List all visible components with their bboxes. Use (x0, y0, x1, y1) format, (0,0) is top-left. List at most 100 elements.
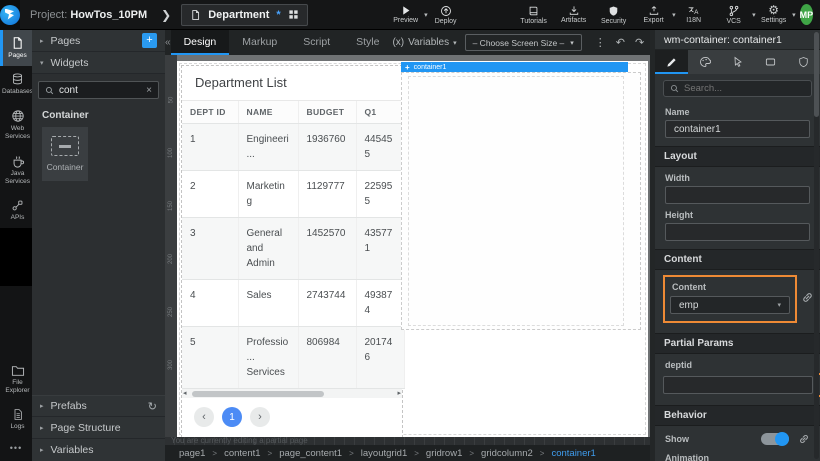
settings-button[interactable]: ⚙ Settings ▾ (754, 0, 794, 30)
rail-item-logs[interactable]: Logs (0, 402, 32, 437)
tab-properties[interactable] (655, 50, 688, 74)
partial-params-section-header[interactable]: Partial Params (655, 333, 820, 354)
scroll-left-icon[interactable]: ◂ (183, 389, 187, 398)
table-row[interactable]: 5Professio... Services806984201746 (182, 327, 404, 389)
artifacts-button[interactable]: Artifacts (554, 0, 594, 30)
widgets-section-header[interactable]: ▾ Widgets (32, 52, 165, 74)
rail-item-file-explorer[interactable]: File Explorer (0, 359, 32, 402)
export-button[interactable]: Export ▾ (634, 0, 674, 30)
col-header[interactable]: DEPT ID (182, 101, 238, 124)
rail-item-pages[interactable]: Pages (0, 30, 32, 66)
app-logo[interactable] (0, 0, 20, 30)
i18n-button[interactable]: A I18N (674, 0, 714, 30)
vcs-button[interactable]: VCS ▾ (714, 0, 754, 30)
tab-device[interactable] (754, 50, 787, 74)
tri-right-icon: ▸ (40, 402, 44, 410)
height-input[interactable] (674, 227, 801, 238)
next-page-button[interactable]: › (250, 407, 270, 427)
col-header[interactable]: BUDGET (298, 101, 356, 124)
content-section-header[interactable]: Content (655, 249, 820, 270)
user-avatar[interactable]: MP (800, 4, 814, 25)
table-row[interactable]: 4Sales2743744493874 (182, 280, 404, 327)
widget-search-input[interactable] (59, 85, 141, 96)
undo-icon[interactable]: ↶ (611, 36, 630, 49)
export-icon (648, 5, 660, 16)
panel-scrollbar[interactable] (814, 32, 819, 459)
department-table: DEPT ID NAME BUDGET Q1 1Engineeri...1936… (182, 101, 405, 389)
rail-item-apis[interactable]: APIs (0, 193, 32, 228)
col-header[interactable]: Q1 (356, 101, 404, 124)
panel-scrollbar-thumb[interactable] (814, 32, 819, 117)
caret-down-icon[interactable]: ▾ (792, 11, 796, 19)
breadcrumb-item[interactable]: page_content1 (279, 448, 342, 459)
table-row[interactable]: 2Marketing1129777225955 (182, 171, 404, 218)
deptid-property-row (663, 373, 812, 397)
tri-right-icon: ▸ (40, 446, 44, 454)
widget-search[interactable]: × (38, 81, 159, 99)
properties-search[interactable] (663, 80, 812, 97)
data-table-widget[interactable]: Department List DEPT ID NAME BUDGET Q1 (181, 65, 403, 437)
deptid-input[interactable] (672, 380, 804, 391)
container1-selection-bar[interactable]: + container1 (401, 62, 628, 72)
breadcrumb-item[interactable]: gridcolumn2 (481, 448, 533, 459)
col-header[interactable]: NAME (238, 101, 298, 124)
pages-section-header[interactable]: ▸ Pages + (32, 30, 165, 52)
width-input[interactable] (674, 190, 801, 201)
page-canvas[interactable]: Department List DEPT ID NAME BUDGET Q1 (177, 61, 648, 437)
add-page-button[interactable]: + (142, 33, 157, 48)
breadcrumb-item-current[interactable]: container1 (551, 448, 595, 459)
design-toolbar: « Design Markup Script Style (x) Variabl… (165, 30, 650, 55)
more-options-icon[interactable]: ••• (0, 437, 32, 461)
tab-style[interactable]: Style (343, 30, 392, 55)
deploy-button[interactable]: Deploy (426, 0, 466, 30)
variables-button[interactable]: (x) Variables ▾ (392, 37, 456, 48)
properties-search-input[interactable] (684, 83, 805, 94)
left-panel: ▸ Pages + ▾ Widgets × Container Containe… (32, 30, 165, 461)
tab-design[interactable]: Design (171, 30, 230, 55)
breadcrumb-item[interactable]: page1 (179, 448, 205, 459)
clear-search-icon[interactable]: × (146, 85, 152, 96)
search-icon (670, 84, 679, 93)
table-row[interactable]: 3General and Admin1452570435771 (182, 218, 404, 280)
preview-button[interactable]: Preview ▾ (386, 0, 426, 30)
redo-icon[interactable]: ↷ (630, 36, 649, 49)
scrollbar-thumb[interactable] (192, 391, 324, 397)
rail-item-web-services[interactable]: Web Services (0, 103, 32, 148)
scroll-right-icon[interactable]: ▸ (397, 389, 401, 398)
branch-icon (728, 5, 740, 17)
breadcrumb-item[interactable]: gridrow1 (426, 448, 462, 459)
page-structure-section-header[interactable]: ▸ Page Structure (32, 417, 165, 439)
tab-script[interactable]: Script (290, 30, 343, 55)
breadcrumb-item[interactable]: layoutgrid1 (361, 448, 407, 459)
behavior-section-header[interactable]: Behavior (655, 405, 820, 426)
rail-item-java-services[interactable]: Java Services (0, 148, 32, 193)
tab-styles[interactable] (688, 50, 721, 74)
tab-events[interactable] (721, 50, 754, 74)
breadcrumb-item[interactable]: content1 (224, 448, 260, 459)
page-selector[interactable]: Department * (181, 4, 307, 26)
container1-widget[interactable] (401, 72, 641, 330)
screen-size-select[interactable]: – Choose Screen Size – ▾ (465, 34, 582, 51)
content-select[interactable]: emp ▾ (670, 296, 790, 314)
pages-grid-icon[interactable] (288, 9, 299, 20)
tutorials-button[interactable]: Tutorials (514, 0, 554, 30)
rail-item-databases[interactable]: Databases (0, 66, 32, 102)
name-input[interactable] (674, 124, 801, 135)
prev-page-button[interactable]: ‹ (194, 407, 214, 427)
table-horizontal-scrollbar[interactable]: ◂ ▸ (182, 389, 402, 398)
refresh-icon[interactable]: ↻ (148, 400, 157, 413)
tab-markup[interactable]: Markup (229, 30, 290, 55)
container-widget-tile[interactable]: Container (42, 127, 88, 181)
add-icon[interactable]: + (405, 63, 410, 72)
deploy-icon (440, 5, 452, 17)
prefabs-section-header[interactable]: ▸ Prefabs ↻ (32, 395, 165, 417)
current-page-button[interactable]: 1 (222, 407, 242, 427)
bind-content-button[interactable] (801, 291, 814, 304)
show-toggle[interactable] (761, 433, 789, 445)
security-button[interactable]: Security (594, 0, 634, 30)
more-menu-icon[interactable]: ⋮ (590, 36, 611, 49)
layout-section-header[interactable]: Layout (655, 146, 820, 167)
variables-section-header[interactable]: ▸ Variables (32, 439, 165, 461)
bind-show-button[interactable] (798, 433, 810, 445)
table-row[interactable]: 1Engineeri...1936760445455 (182, 124, 404, 171)
